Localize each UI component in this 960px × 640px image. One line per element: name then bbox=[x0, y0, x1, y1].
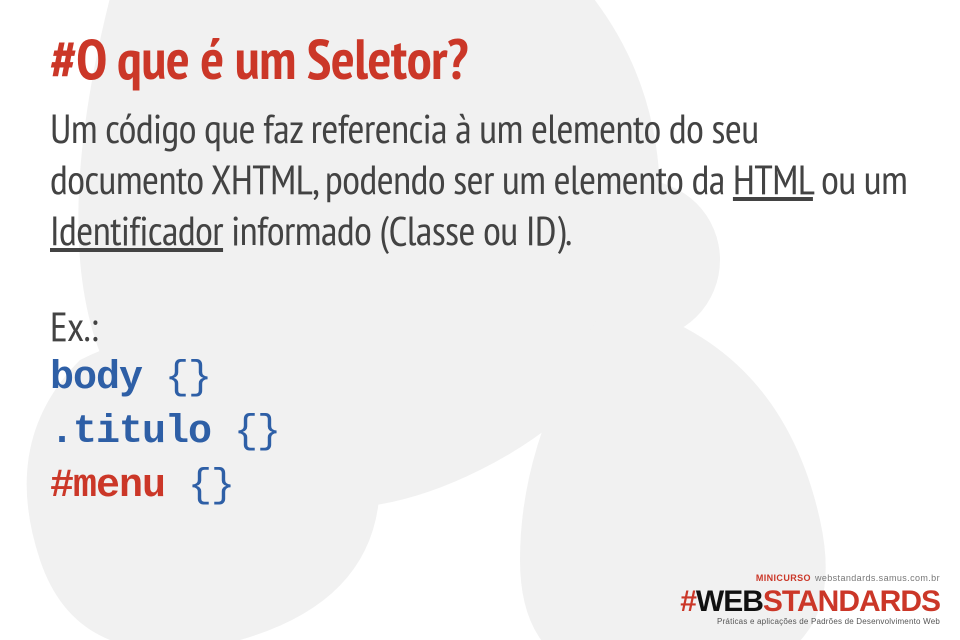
footer-brand: MINICURSO webstandards.samus.com.br #WEBS… bbox=[680, 573, 940, 626]
footer-standards: STANDARDS bbox=[763, 585, 940, 619]
code-line-2: .titulo {} bbox=[50, 406, 910, 460]
footer-minicurso-label: MINICURSO bbox=[756, 573, 811, 583]
code-line-3: #menu {} bbox=[50, 460, 910, 514]
code-selector-id: #menu bbox=[50, 464, 165, 509]
body-text-1: Um código que faz referencia à um elemen… bbox=[50, 102, 759, 206]
code-line-1: body {} bbox=[50, 352, 910, 406]
code-block: body {} .titulo {} #menu {} bbox=[50, 352, 910, 514]
example-label: Ex.: bbox=[50, 301, 910, 352]
footer-mini-line: MINICURSO webstandards.samus.com.br bbox=[680, 573, 940, 583]
body-text-3: informado (Classe ou ID). bbox=[223, 204, 572, 257]
slide-title: #O que é um Seletor? bbox=[50, 30, 910, 89]
code-braces: {} bbox=[142, 356, 211, 401]
slide-body: Um código que faz referencia à um elemen… bbox=[50, 103, 910, 257]
code-selector-class: .titulo bbox=[50, 410, 211, 455]
underline-html: HTML bbox=[733, 153, 813, 206]
footer-web: WEB bbox=[696, 585, 763, 619]
code-selector-body: body bbox=[50, 356, 142, 401]
body-text-2: ou um bbox=[813, 153, 907, 206]
code-braces: {} bbox=[211, 410, 280, 455]
footer-url: webstandards.samus.com.br bbox=[815, 573, 940, 583]
code-braces: {} bbox=[165, 464, 234, 509]
footer-tagline: Práticas e aplicações de Padrões de Dese… bbox=[680, 617, 940, 626]
underline-identificador: Identificador bbox=[50, 204, 223, 257]
footer-logo: #WEBSTANDARDS bbox=[680, 585, 940, 619]
hash-icon: # bbox=[680, 585, 696, 619]
